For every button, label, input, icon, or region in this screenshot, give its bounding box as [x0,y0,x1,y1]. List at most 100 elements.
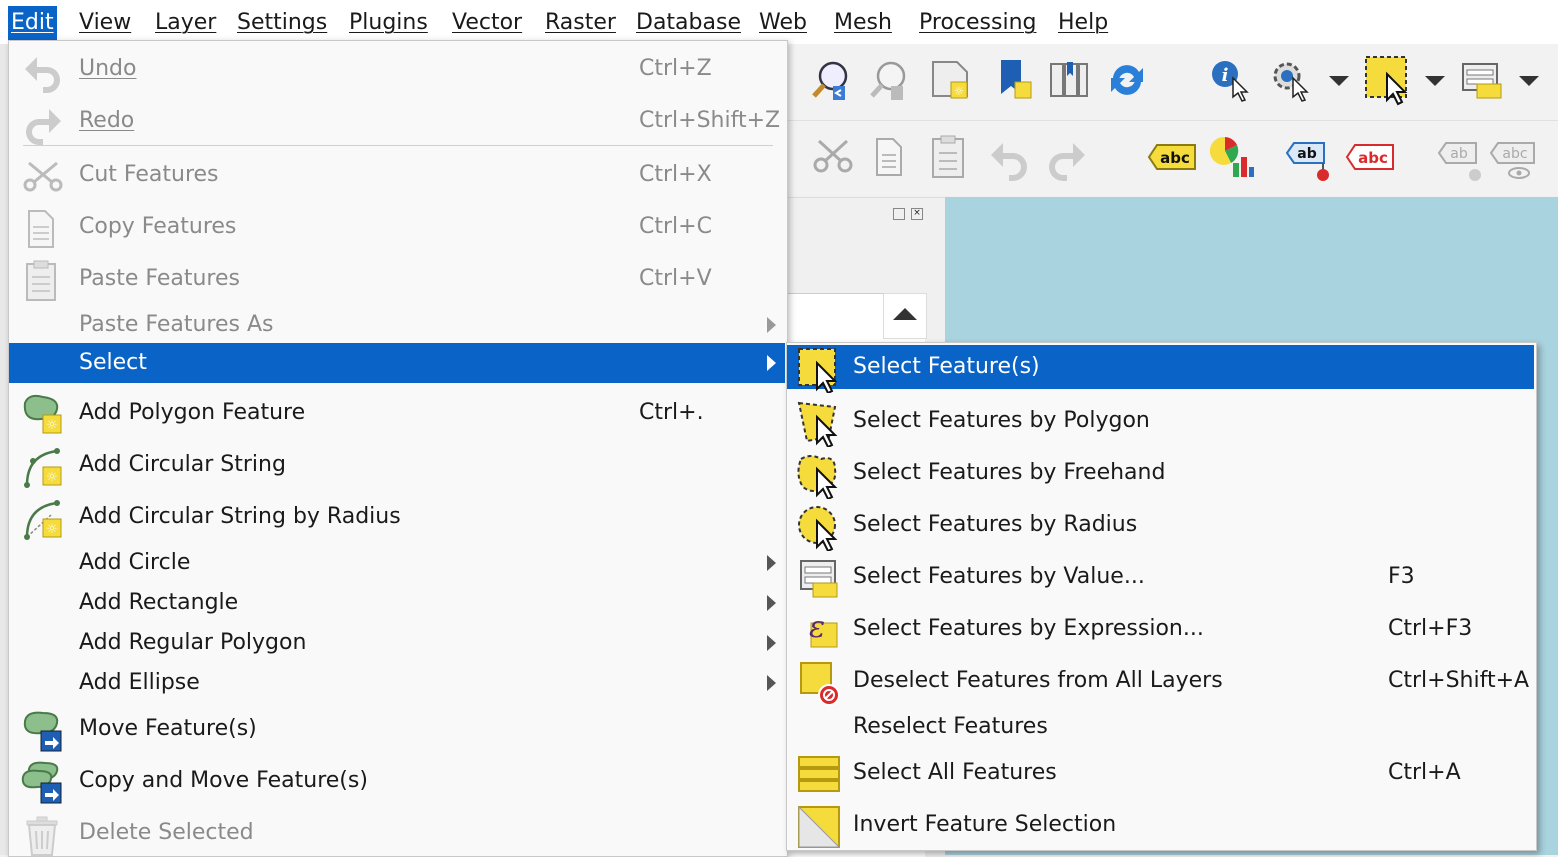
scroll-up-arrow-icon [893,308,917,320]
menu-raster[interactable]: Raster [542,6,619,40]
menu-item-add-circular-string[interactable]: ☼ Add Circular String [9,445,787,488]
menu-plugins[interactable]: Plugins [346,6,431,40]
submenu-item-deselect-all[interactable]: Deselect Features from All Layers Ctrl+S… [787,659,1536,706]
label-tool-icon[interactable]: abc [1147,137,1197,177]
move-feature-icon [21,709,65,753]
menu-web[interactable]: Web [756,6,810,40]
chevron-down-icon[interactable] [1423,68,1447,92]
invert-selection-label: Invert Feature Selection [853,812,1117,837]
dock-float-icon[interactable] [893,208,905,220]
identify-features-icon[interactable]: i [1207,56,1255,104]
chevron-down-icon[interactable] [1517,68,1541,92]
menu-settings-label: Settings [237,10,328,35]
menu-item-select[interactable]: Select [9,343,785,383]
deselect-icon [795,659,843,707]
menu-item-add-circle[interactable]: Add Circle [9,543,787,583]
undo-icon[interactable] [985,133,1033,181]
submenu-item-select-by-freehand[interactable]: Select Features by Freehand [787,451,1536,499]
menu-edit[interactable]: Edit [8,6,57,40]
menu-item-redo[interactable]: Redo Ctrl+Shift+Z [9,101,787,145]
select-feature-icon [795,345,843,393]
submenu-item-reselect[interactable]: Reselect Features [787,705,1536,749]
svg-text:☼: ☼ [46,470,58,485]
menu-view[interactable]: View [76,6,134,40]
menu-item-undo[interactable]: Undo Ctrl+Z [9,49,787,93]
menu-item-delete-selected[interactable]: Delete Selected [9,813,787,856]
submenu-item-select-by-radius[interactable]: Select Features by Radius [787,503,1536,551]
zoom-next-icon[interactable] [867,56,915,104]
submenu-arrow-icon [767,317,776,333]
select-by-value-tool-icon[interactable] [1459,56,1507,104]
menu-vector[interactable]: Vector [449,6,525,40]
add-circle-label: Add Circle [79,550,191,575]
menu-item-paste-features-as[interactable]: Paste Features As [9,305,787,345]
menu-item-copy-features[interactable]: Copy Features Ctrl+C [9,207,787,248]
reselect-label: Reselect Features [853,714,1048,739]
select-by-radius-label: Select Features by Radius [853,512,1138,537]
new-bookmark-icon[interactable]: ☼ [927,56,975,104]
redo-icon[interactable] [1043,133,1091,181]
submenu-item-select-all[interactable]: Select All Features Ctrl+A [787,751,1536,795]
deselect-all-shortcut: Ctrl+Shift+A [1388,668,1530,693]
cut-features-label: Cut Features [79,162,219,187]
menu-item-add-circular-string-by-radius[interactable]: ☼ Add Circular String by Radius [9,497,787,540]
dock-close-icon[interactable]: × [911,208,923,220]
show-bookmarks-icon[interactable] [1045,56,1093,104]
menu-item-move-features[interactable]: Move Feature(s) [9,709,787,752]
pin-labels-icon[interactable]: ab [1285,135,1333,183]
zoom-to-selection-icon[interactable] [809,56,857,104]
submenu-item-invert-selection[interactable]: Invert Feature Selection [787,803,1536,848]
menu-processing-label: Processing [919,10,1037,35]
submenu-item-select-by-value[interactable]: Select Features by Value... F3 [787,555,1536,599]
menu-item-cut-features[interactable]: Cut Features Ctrl+X [9,155,787,195]
copy-move-feature-icon [21,761,65,805]
select-features-tool-icon[interactable] [1363,54,1415,106]
submenu-item-select-by-expression[interactable]: ε Select Features by Expression... Ctrl+… [787,607,1536,651]
copy-icon[interactable] [867,133,915,181]
chevron-down-icon[interactable] [1327,68,1351,92]
add-ellipse-label: Add Ellipse [79,670,200,695]
submenu-item-select-by-polygon[interactable]: Select Features by Polygon [787,399,1536,447]
circular-string-icon: ☼ [21,445,65,489]
edit-menu: Undo Ctrl+Z Redo Ctrl+Shift+Z Cut Featur… [8,40,788,857]
menu-item-add-polygon-feature[interactable]: ☼ Add Polygon Feature Ctrl+. [9,393,787,434]
paste-features-shortcut: Ctrl+V [639,266,712,291]
scroll-up-button[interactable] [883,293,927,339]
paste-features-as-label: Paste Features As [79,312,274,337]
show-hide-label-text: abc [1502,146,1527,162]
menu-layer[interactable]: Layer [152,6,219,40]
menu-edit-label: Edit [11,10,54,35]
menu-item-paste-features[interactable]: Paste Features Ctrl+V [9,259,787,301]
menu-help-label: Help [1058,10,1109,35]
menu-settings[interactable]: Settings [234,6,330,40]
highlight-labels-icon[interactable]: abc [1345,137,1395,177]
select-label: Select [79,350,147,375]
copy-features-shortcut: Ctrl+C [639,214,712,239]
menu-item-add-regular-polygon[interactable]: Add Regular Polygon [9,623,787,663]
move-features-label: Move Feature(s) [79,716,257,741]
svg-text:☼: ☼ [954,84,965,98]
select-all-label: Select All Features [853,760,1057,785]
run-feature-action-icon[interactable] [1267,56,1315,104]
deselect-all-label: Deselect Features from All Layers [853,668,1223,693]
attributes-toolbar: ☼ i [787,44,1558,120]
menu-item-add-ellipse[interactable]: Add Ellipse [9,663,787,703]
menu-processing[interactable]: Processing [916,6,1039,40]
menu-item-copy-and-move-features[interactable]: Copy and Move Feature(s) [9,761,787,804]
menu-help[interactable]: Help [1055,6,1111,40]
menu-layer-label: Layer [155,10,217,35]
cut-icon[interactable] [809,133,857,181]
menu-database[interactable]: Database [633,6,744,40]
refresh-icon[interactable] [1103,56,1151,104]
menu-mesh[interactable]: Mesh [831,6,895,40]
spatial-bookmark-icon[interactable] [993,56,1041,104]
move-label-icon[interactable]: ab [1437,135,1485,183]
diagram-icon[interactable] [1207,133,1255,181]
submenu-item-select-features[interactable]: Select Feature(s) [787,345,1534,393]
copy-and-move-features-label: Copy and Move Feature(s) [79,768,368,793]
add-rectangle-label: Add Rectangle [79,590,239,615]
show-hide-labels-icon[interactable]: abc [1489,135,1537,183]
redo-icon [21,101,65,145]
menu-item-add-rectangle[interactable]: Add Rectangle [9,583,787,623]
paste-icon[interactable] [925,133,973,181]
